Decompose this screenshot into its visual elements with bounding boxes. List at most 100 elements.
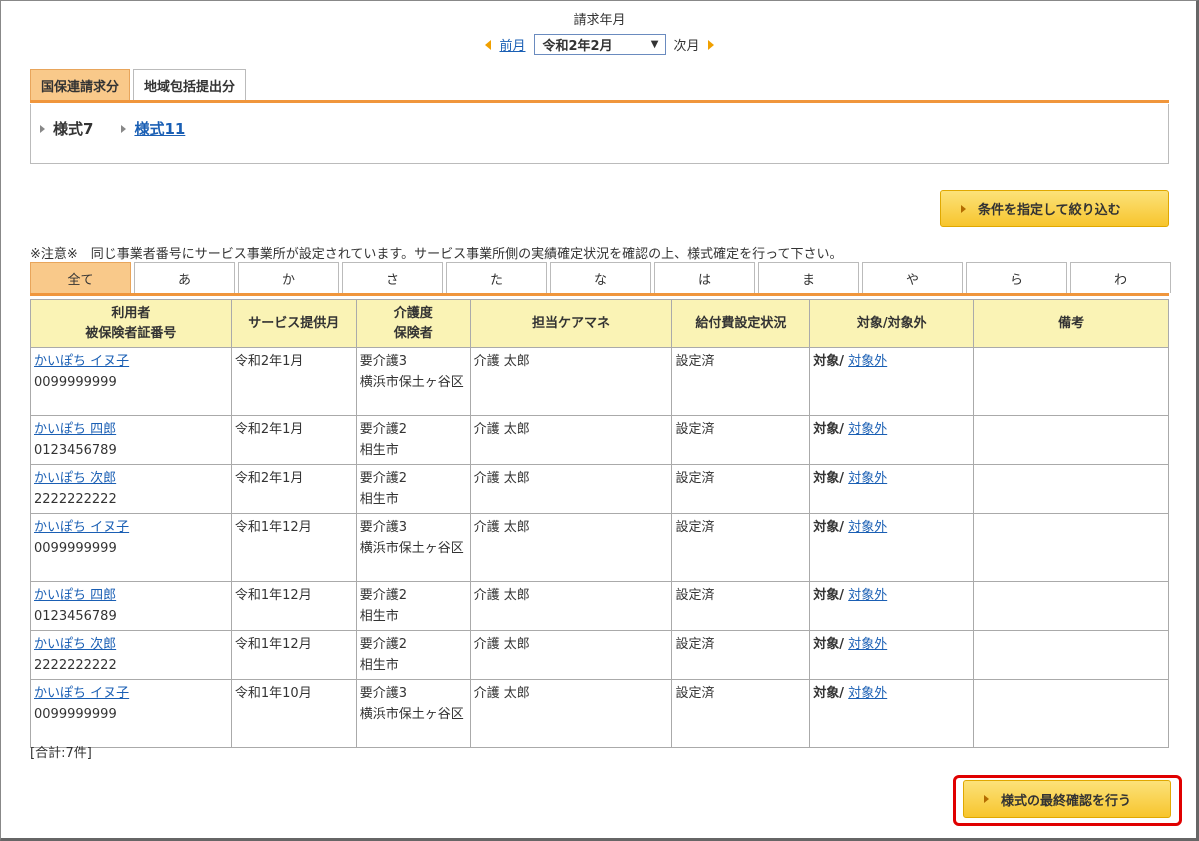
form-links: 様式7 様式11 xyxy=(40,118,185,139)
kana-tab-na[interactable]: な xyxy=(550,262,651,293)
care-level: 要介護3 xyxy=(359,354,408,369)
next-arrow-icon xyxy=(707,39,714,50)
excluded-link[interactable]: 対象外 xyxy=(848,520,887,535)
tab-kokuhoren[interactable]: 国保連請求分 xyxy=(30,69,131,100)
insured-number: 0099999999 xyxy=(34,375,117,390)
excluded-link[interactable]: 対象外 xyxy=(848,588,887,603)
col-header-user: 利用者 被保険者証番号 xyxy=(30,299,232,348)
final-confirm-label: 様式の最終確認を行う xyxy=(1001,793,1132,809)
target-label: 対象/ xyxy=(813,471,845,486)
col-header-care-line1: 介護度 xyxy=(393,305,433,321)
kana-tab-a[interactable]: あ xyxy=(134,262,235,293)
month-select[interactable]: 令和2年2月 ▼ xyxy=(533,34,666,55)
cell-care: 要介護2 相生市 xyxy=(355,581,471,631)
care-level: 要介護3 xyxy=(359,686,408,701)
excluded-link[interactable]: 対象外 xyxy=(848,686,887,701)
col-header-user-line1: 利用者 xyxy=(111,305,151,321)
cell-target: 対象/ 対象外 xyxy=(809,630,975,680)
filter-button[interactable]: 条件を指定して絞り込む xyxy=(940,190,1169,227)
care-level: 要介護2 xyxy=(359,588,408,603)
kana-tab-wa[interactable]: わ xyxy=(1070,262,1171,293)
cell-user: かいぽち 次郎 2222222222 xyxy=(30,630,232,680)
kana-tab-ya[interactable]: や xyxy=(862,262,963,293)
user-name-link[interactable]: かいぽち イヌ子 xyxy=(34,683,228,704)
target-label: 対象/ xyxy=(813,422,845,437)
cell-care: 要介護3 横浜市保土ヶ谷区 xyxy=(355,513,471,582)
user-name-link[interactable]: かいぽち イヌ子 xyxy=(34,517,228,538)
col-header-target: 対象/対象外 xyxy=(809,299,975,348)
insurer: 横浜市保土ヶ谷区 xyxy=(359,707,464,722)
cell-manager: 介護 太郎 xyxy=(469,679,673,748)
month-navigation: 前月 令和2年2月 ▼ 次月 xyxy=(0,34,1199,55)
cell-target: 対象/ 対象外 xyxy=(809,347,975,416)
next-month-label[interactable]: 次月 xyxy=(674,35,700,54)
total-count: [合計:7件] xyxy=(30,746,92,761)
cell-target: 対象/ 対象外 xyxy=(809,415,975,465)
cell-service-month: 令和2年1月 xyxy=(230,464,357,514)
user-name-link[interactable]: かいぽち 次郎 xyxy=(34,468,228,489)
cell-care: 要介護2 相生市 xyxy=(355,630,471,680)
billing-table: 利用者 被保険者証番号 サービス提供月 介護度 保険者 担当ケアマネ 給付費設定… xyxy=(30,299,1169,748)
cell-service-month: 令和1年10月 xyxy=(230,679,357,748)
user-name-link[interactable]: かいぽち 四郎 xyxy=(34,585,228,606)
cell-manager: 介護 太郎 xyxy=(469,630,673,680)
tab-underline xyxy=(30,100,1169,103)
kana-tab-ka[interactable]: か xyxy=(238,262,339,293)
target-label: 対象/ xyxy=(813,520,845,535)
cell-remarks xyxy=(973,347,1169,416)
kana-tab-ma[interactable]: ま xyxy=(758,262,859,293)
insured-number: 0123456789 xyxy=(34,443,117,458)
form11-item[interactable]: 様式11 xyxy=(121,118,185,139)
table-row: かいぽち 次郎 2222222222 令和1年12月 要介護2 相生市 介護 太郎 設定済対… xyxy=(30,630,1169,680)
kana-tab-sa[interactable]: さ xyxy=(342,262,443,293)
final-confirm-button[interactable]: 様式の最終確認を行う xyxy=(963,780,1171,818)
cell-target: 対象/ 対象外 xyxy=(809,513,975,582)
filter-button-label: 条件を指定して絞り込む xyxy=(978,203,1121,218)
cell-care: 要介護3 横浜市保土ヶ谷区 xyxy=(355,347,471,416)
excluded-link[interactable]: 対象外 xyxy=(848,471,887,486)
cell-target: 対象/ 対象外 xyxy=(809,464,975,514)
table-row: かいぽち 四郎 0123456789 令和2年1月 要介護2 相生市 介護 太郎 設定済 対象… xyxy=(30,415,1169,465)
cell-benefit-status: 設定済 xyxy=(671,630,811,680)
table-row: かいぽち イヌ子 0099999999 令和1年10月 要介護3 横浜市保土ヶ谷区 介護 … xyxy=(30,679,1169,748)
cell-benefit-status: 設定済 xyxy=(671,464,811,514)
col-header-service-month: サービス提供月 xyxy=(230,299,357,348)
kana-tab-all[interactable]: 全て xyxy=(30,262,131,293)
cell-benefit-status: 設定済 xyxy=(671,415,811,465)
cell-target: 対象/ 対象外 xyxy=(809,679,975,748)
cell-manager: 介護 太郎 xyxy=(469,581,673,631)
cell-manager: 介護 太郎 xyxy=(469,513,673,582)
cell-service-month: 令和1年12月 xyxy=(230,581,357,631)
excluded-link[interactable]: 対象外 xyxy=(848,422,887,437)
cell-remarks xyxy=(973,581,1169,631)
form7-item[interactable]: 様式7 xyxy=(40,118,93,139)
tab-chiiki-houkatsu[interactable]: 地域包括提出分 xyxy=(133,69,247,100)
col-header-care-line2: 保険者 xyxy=(393,325,433,341)
kana-filter-tabs: 全て あ か さ た な は ま や ら わ xyxy=(30,262,1171,293)
care-level: 要介護3 xyxy=(359,520,408,535)
cell-service-month: 令和2年1月 xyxy=(230,415,357,465)
bullet-arrow-icon xyxy=(121,124,127,133)
user-name-link[interactable]: かいぽち 四郎 xyxy=(34,419,228,440)
cell-remarks xyxy=(973,630,1169,680)
prev-month-link[interactable]: 前月 xyxy=(499,35,525,54)
user-name-link[interactable]: かいぽち イヌ子 xyxy=(34,351,228,372)
cell-user: かいぽち 次郎 2222222222 xyxy=(30,464,232,514)
col-header-care: 介護度 保険者 xyxy=(355,299,471,348)
cell-user: かいぽち イヌ子 0099999999 xyxy=(30,679,232,748)
excluded-link[interactable]: 対象外 xyxy=(848,637,887,652)
button-arrow-icon xyxy=(961,204,966,213)
excluded-link[interactable]: 対象外 xyxy=(848,354,887,369)
dropdown-arrow-icon: ▼ xyxy=(650,39,659,50)
table-header-row: 利用者 被保険者証番号 サービス提供月 介護度 保険者 担当ケアマネ 給付費設定… xyxy=(30,299,1169,348)
kana-tab-ra[interactable]: ら xyxy=(966,262,1067,293)
cell-care: 要介護2 相生市 xyxy=(355,415,471,465)
cell-service-month: 令和1年12月 xyxy=(230,513,357,582)
kana-tab-ta[interactable]: た xyxy=(446,262,547,293)
kana-tab-underline xyxy=(30,293,1169,296)
form11-link[interactable]: 様式11 xyxy=(134,118,185,139)
target-label: 対象/ xyxy=(813,637,845,652)
target-label: 対象/ xyxy=(813,588,845,603)
user-name-link[interactable]: かいぽち 次郎 xyxy=(34,634,228,655)
kana-tab-ha[interactable]: は xyxy=(654,262,755,293)
